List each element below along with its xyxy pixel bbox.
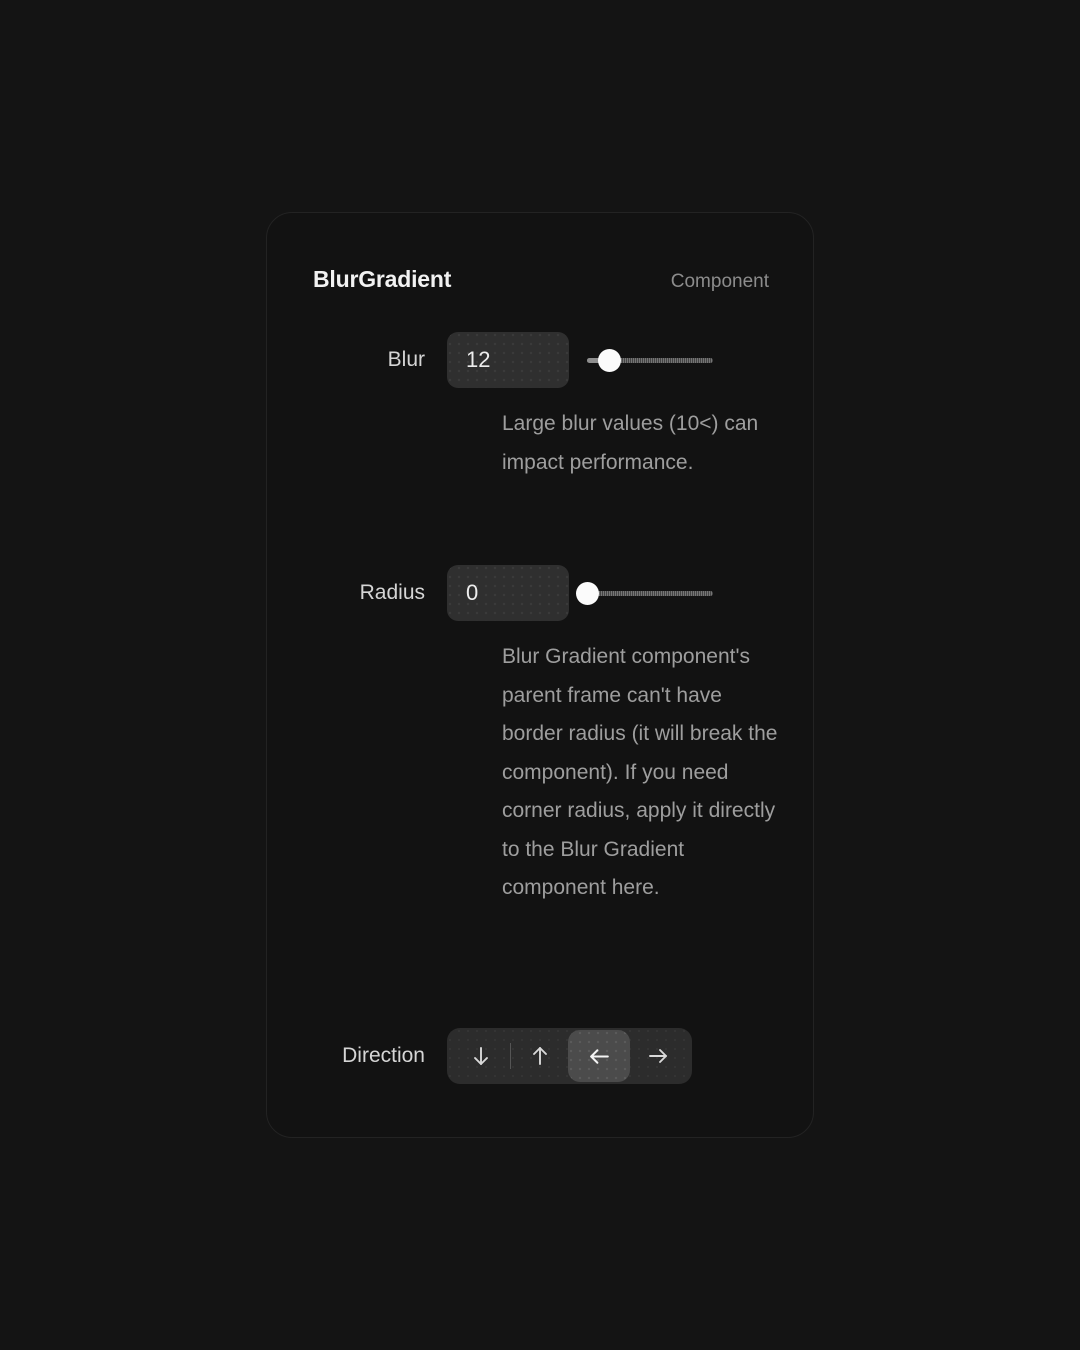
radius-help-text: Blur Gradient component's parent frame c…: [502, 645, 778, 899]
blur-slider[interactable]: [587, 332, 713, 388]
direction-option-left[interactable]: [568, 1030, 630, 1082]
radius-slider[interactable]: [575, 565, 713, 621]
radius-slider-track[interactable]: [587, 590, 713, 596]
direction-option-right[interactable]: [630, 1034, 686, 1078]
direction-segmented-control: [447, 1028, 692, 1084]
component-kind-label: Component: [670, 271, 769, 292]
panel-title: BlurGradient: [313, 266, 452, 292]
arrow-left-icon: [587, 1044, 612, 1069]
blur-control: 12: [447, 332, 713, 388]
arrow-up-icon: [528, 1044, 552, 1068]
blur-row: Blur 12: [267, 332, 713, 388]
radius-label: Radius: [359, 581, 425, 604]
radius-row: Radius 0: [267, 565, 713, 621]
direction-option-up[interactable]: [512, 1034, 568, 1078]
blur-input-value: 12: [466, 347, 491, 372]
direction-option-down[interactable]: [453, 1034, 509, 1078]
radius-control: 0: [447, 565, 713, 621]
component-properties-panel: BlurGradient Component Blur 12 Large blu…: [266, 212, 814, 1138]
blur-input[interactable]: 12: [447, 332, 569, 388]
direction-divider: [510, 1043, 511, 1069]
direction-label: Direction: [342, 1044, 425, 1067]
blur-label: Blur: [387, 348, 425, 371]
radius-input[interactable]: 0: [447, 565, 569, 621]
panel-header: BlurGradient Component: [313, 266, 769, 293]
arrow-right-icon: [646, 1044, 670, 1068]
blur-slider-thumb[interactable]: [598, 348, 622, 372]
radius-slider-thumb[interactable]: [575, 581, 599, 605]
direction-control: [447, 1028, 692, 1084]
screen: BlurGradient Component Blur 12 Large blu…: [0, 0, 1080, 1350]
radius-input-value: 0: [466, 580, 479, 605]
direction-row: Direction: [267, 1028, 692, 1084]
arrow-down-icon: [469, 1044, 493, 1068]
blur-help-text: Large blur values (10<) can impact perfo…: [502, 412, 759, 474]
